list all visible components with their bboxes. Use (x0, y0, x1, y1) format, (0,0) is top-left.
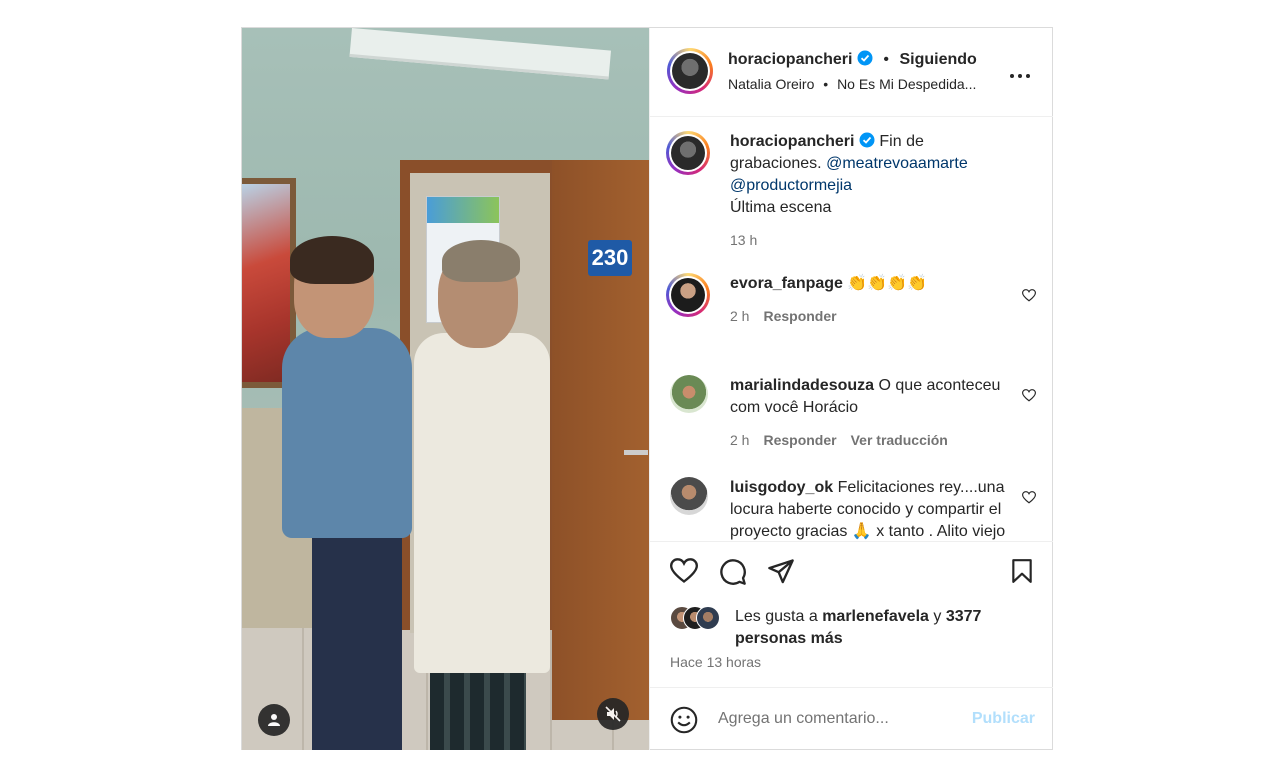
heart-icon[interactable] (1022, 491, 1036, 504)
post-caption: horaciopancheri Fin de grabaciones. @mea… (666, 131, 1036, 251)
comment-username[interactable]: evora_fanpage (730, 275, 843, 292)
comment-username[interactable]: luisgodoy_ok (730, 479, 833, 496)
publish-button[interactable]: Publicar (972, 710, 1035, 728)
translate-button[interactable]: Ver traducción (851, 432, 948, 448)
comment-icon[interactable] (719, 558, 747, 586)
person-2-body (414, 333, 550, 673)
caption-username[interactable]: horaciopancheri (730, 133, 854, 150)
person-1-hair (290, 236, 374, 284)
comment-meta: 2 h Responder (730, 305, 1006, 327)
comment-avatar[interactable] (666, 273, 710, 317)
liker-avatars[interactable] (670, 606, 730, 630)
verified-badge-icon (859, 132, 875, 148)
header-separator: • (883, 51, 889, 68)
comment-item: luisgodoy_ok Felicitaciones rey....una l… (666, 477, 1036, 541)
room-number-sign: 230 (588, 240, 632, 276)
caption-mention-2[interactable]: @productormejia (730, 177, 852, 194)
caption-time[interactable]: 13 h (730, 232, 757, 248)
comment-input[interactable]: Agrega un comentario... (718, 710, 889, 728)
post-dialog: 230 horaciopancheri • Siguiendo Natalia … (241, 27, 1053, 750)
verified-badge-icon (857, 50, 873, 66)
comment-username[interactable]: marialindadesouza (730, 377, 874, 394)
person-1-body (282, 328, 412, 538)
actions-divider (650, 541, 1053, 543)
more-options-icon[interactable] (1009, 62, 1031, 85)
comments-list[interactable]: horaciopancheri Fin de grabaciones. @mea… (650, 117, 1053, 541)
comment-body: luisgodoy_ok Felicitaciones rey....una l… (730, 477, 1006, 541)
person-icon (268, 714, 280, 726)
header-title-row: horaciopancheri • Siguiendo (728, 50, 977, 69)
share-send-icon[interactable] (767, 558, 795, 584)
comment-time[interactable]: 2 h (730, 432, 749, 448)
author-username[interactable]: horaciopancheri (728, 51, 852, 68)
reply-button[interactable]: Responder (763, 308, 836, 324)
like-heart-icon[interactable] (670, 558, 698, 584)
audio-artist[interactable]: Natalia Oreiro (728, 76, 814, 92)
post-time-ago[interactable]: Hace 13 horas (670, 654, 761, 670)
post-side-panel: horaciopancheri • Siguiendo Natalia Orei… (649, 28, 1054, 750)
comment-text: 👏👏👏👏 (847, 275, 928, 292)
liker-avatar (696, 606, 720, 630)
comment-body: marialindadesouza O que aconteceu com vo… (730, 375, 1006, 451)
comment-avatar[interactable] (670, 375, 708, 413)
liker-username[interactable]: marlenefavela (822, 608, 929, 625)
emoji-smiley-icon[interactable] (670, 706, 698, 734)
add-comment-bar: Agrega un comentario... Publicar (650, 687, 1053, 751)
audio-title[interactable]: No Es Mi Despedida... (837, 76, 976, 92)
following-button[interactable]: Siguiendo (899, 51, 976, 68)
comment-item: evora_fanpage 👏👏👏👏 2 h Responder (666, 273, 1036, 353)
mute-button[interactable] (597, 698, 629, 730)
caption-avatar[interactable] (666, 131, 710, 175)
comment-item: marialindadesouza O que aconteceu com vo… (666, 375, 1036, 465)
speaker-muted-icon (605, 706, 621, 722)
author-avatar[interactable] (667, 48, 713, 94)
audio-separator: • (823, 76, 829, 92)
person-1-legs (312, 528, 402, 750)
heart-icon[interactable] (1022, 289, 1036, 302)
person-2-hair (442, 240, 520, 282)
caption-body: horaciopancheri Fin de grabaciones. @mea… (730, 131, 1006, 251)
caption-mention-1[interactable]: @meatrevoaamarte (826, 155, 968, 172)
audio-attribution[interactable]: Natalia Oreiro • No Es Mi Despedida... (728, 76, 976, 92)
comment-meta: 2 h Responder Ver traducción (730, 429, 1006, 451)
caption-text-2: Última escena (730, 199, 832, 216)
comment-time[interactable]: 2 h (730, 308, 749, 324)
likes-prefix: Les gusta a (735, 608, 818, 625)
tagged-users-button[interactable] (258, 704, 290, 736)
reply-button[interactable]: Responder (763, 432, 836, 448)
comment-body: evora_fanpage 👏👏👏👏 2 h Responder (730, 273, 1006, 327)
likes-text: Les gusta a marlenefavela y 3377 persona… (735, 606, 1025, 650)
post-header: horaciopancheri • Siguiendo Natalia Orei… (650, 28, 1053, 117)
save-bookmark-icon[interactable] (1010, 558, 1034, 584)
door-handle (624, 450, 648, 455)
comment-avatar[interactable] (670, 477, 708, 515)
post-video[interactable]: 230 (242, 28, 649, 750)
heart-icon[interactable] (1022, 389, 1036, 402)
likes-conj: y (933, 608, 942, 625)
caption-meta: 13 h (730, 229, 1006, 251)
